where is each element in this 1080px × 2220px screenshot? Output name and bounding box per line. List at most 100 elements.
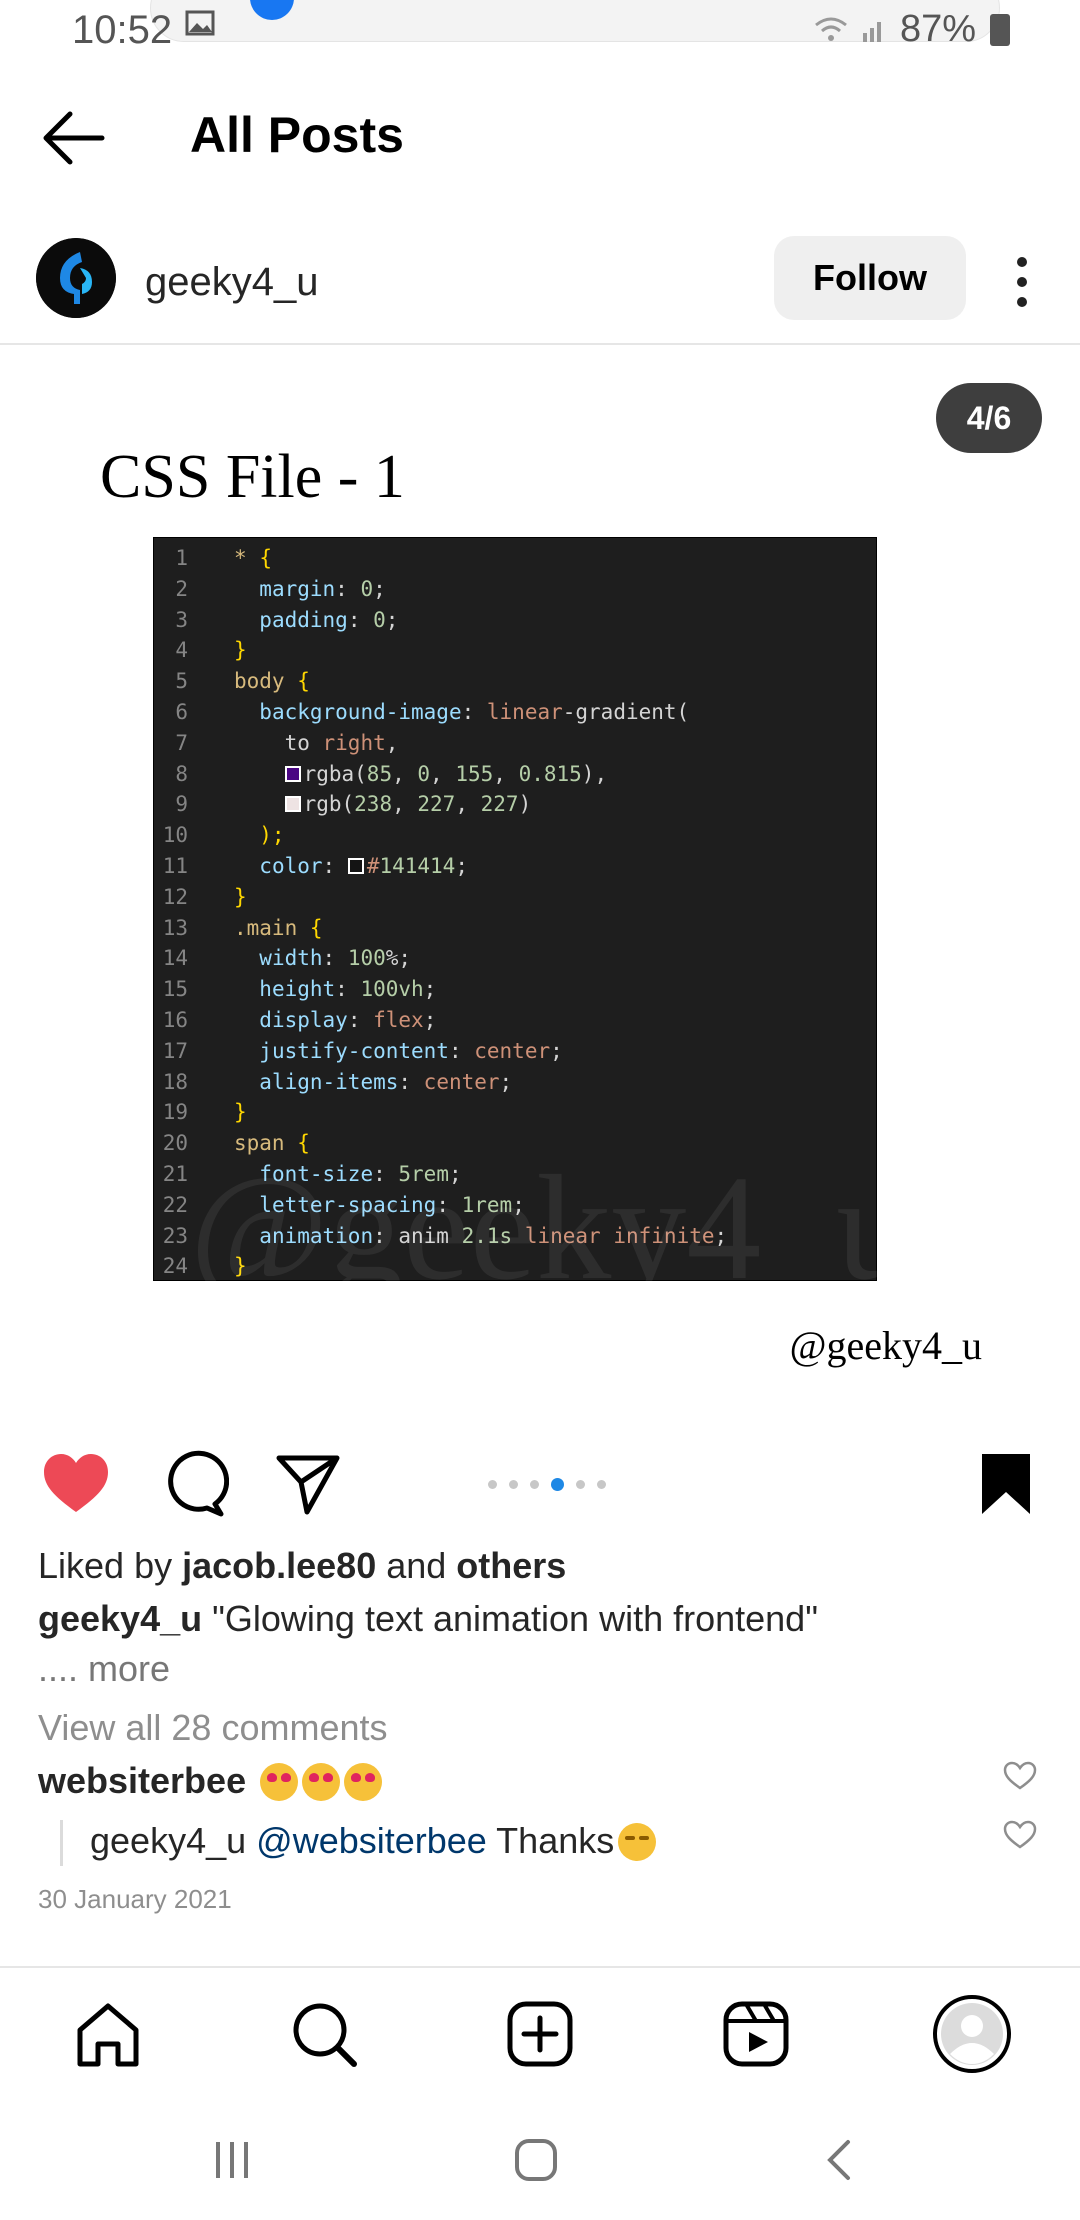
line-number: 17 (162, 1038, 188, 1063)
code-text: background-image: linear-gradient( (259, 699, 690, 724)
post-date: 30 January 2021 (38, 1884, 232, 1914)
smile-emoji (618, 1823, 657, 1861)
caption-more[interactable]: .... more (38, 1648, 170, 1690)
code-line: 8 rgba(85, 0, 155, 0.815), (154, 759, 876, 790)
likes-and: and (376, 1545, 457, 1586)
code-line: 11 color: #141414; (154, 851, 876, 882)
code-text: } (234, 1100, 247, 1125)
heart-eyes-emoji (344, 1763, 383, 1801)
heart-eyes-emoji (302, 1763, 341, 1801)
bottom-nav (0, 1966, 1080, 2096)
line-number: 15 (162, 977, 188, 1002)
code-line: 12} (154, 882, 876, 913)
home-button-icon[interactable] (512, 2136, 560, 2184)
comment-like-button[interactable] (1003, 1761, 1037, 1791)
line-number: 10 (162, 823, 188, 848)
back-button[interactable] (40, 108, 110, 168)
reply-mention[interactable]: @websiterbee (256, 1820, 487, 1861)
code-line: 7 to right, (154, 728, 876, 759)
reels-icon (723, 2001, 789, 2067)
top-bar: All Posts (0, 88, 1080, 188)
heart-outline-icon (1003, 1820, 1037, 1849)
image-credit: @geeky4_u (789, 1323, 982, 1368)
code-line: 18 align-items: center; (154, 1067, 876, 1098)
recent-apps-icon[interactable] (210, 2138, 254, 2182)
code-text: } (234, 884, 247, 909)
code-line: 5 body { (154, 666, 876, 697)
code-text: width: 100%; (259, 946, 412, 971)
system-back-icon[interactable] (822, 2138, 854, 2182)
nav-home[interactable] (68, 1994, 148, 2074)
home-icon (77, 2003, 139, 2067)
comment-icon (168, 1450, 230, 1517)
heart-icon (44, 1454, 108, 1512)
code-text: color: #141414; (259, 853, 468, 878)
post-header: geeky4_u Follow (0, 230, 1080, 345)
carousel-dot-active (551, 1478, 564, 1491)
watermark: @geeky4_u (190, 1145, 912, 1311)
nav-search[interactable] (284, 1994, 364, 2074)
system-nav (0, 2120, 1080, 2220)
post-actions (0, 1450, 1080, 1520)
heart-eyes-emoji (260, 1763, 299, 1801)
code-text: .main { (234, 915, 323, 940)
add-post-icon (507, 2001, 573, 2067)
code-line: 1 * { (154, 543, 876, 574)
like-button[interactable] (40, 1450, 112, 1520)
code-text: rgba(85, 0, 155, 0.815), (188, 759, 607, 790)
user-logo-icon (36, 238, 116, 318)
line-number: 20 (162, 1131, 188, 1156)
line-number: 21 (162, 1161, 188, 1186)
caption-username[interactable]: geeky4_u (38, 1598, 202, 1639)
page-title: All Posts (190, 107, 404, 163)
more-options-button[interactable] (1000, 252, 1044, 312)
line-number: 9 (175, 792, 188, 817)
code-line: 15 height: 100vh; (154, 974, 876, 1005)
more-vert-icon (1017, 257, 1027, 307)
save-button[interactable] (970, 1450, 1042, 1520)
line-number: 7 (175, 730, 188, 755)
reply-username[interactable]: geeky4_u (90, 1820, 246, 1861)
code-line: 10 ); (154, 820, 876, 851)
caption-text: "Glowing text animation with frontend" (202, 1598, 818, 1639)
code-text: display: flex; (259, 1007, 437, 1032)
reply-like-button[interactable] (1003, 1820, 1037, 1850)
view-comments-link[interactable]: View all 28 comments (38, 1707, 388, 1749)
carousel-dot (597, 1480, 606, 1489)
line-number: 16 (162, 1007, 188, 1032)
code-text: padding: 0; (259, 607, 399, 632)
search-icon (293, 2003, 357, 2067)
carousel-dot (488, 1480, 497, 1489)
code-text: * { (234, 546, 272, 570)
code-line: 16 display: flex; (154, 1005, 876, 1036)
follow-button[interactable]: Follow (774, 236, 966, 320)
nav-create[interactable] (500, 1994, 580, 2074)
reply-text: Thanks (486, 1820, 615, 1861)
code-line: 2 margin: 0; (154, 574, 876, 605)
status-bar: 10:52 87% (0, 0, 1080, 56)
line-number: 18 (162, 1069, 188, 1094)
liked-by-others[interactable]: others (456, 1545, 566, 1586)
status-time: 10:52 (72, 8, 173, 52)
code-text: align-items: center; (259, 1069, 513, 1094)
likes-text: Liked by jacob.lee80 and others (38, 1545, 566, 1587)
comment-username[interactable]: websiterbee (38, 1760, 246, 1801)
post-image[interactable]: 4/6 CSS File - 1 1 * {2 margin: 0; 3 paddi… (0, 347, 1080, 1437)
share-button[interactable] (273, 1450, 345, 1520)
line-number: 5 (175, 669, 188, 694)
liked-by-user[interactable]: jacob.lee80 (182, 1545, 376, 1586)
nav-reels[interactable] (716, 1994, 796, 2074)
comment-button[interactable] (157, 1450, 230, 1520)
signal-icon (862, 21, 881, 42)
reply-item: geeky4_u @websiterbee Thanks (90, 1820, 657, 1862)
gallery-icon (185, 10, 215, 36)
code-text: height: 100vh; (259, 977, 437, 1002)
avatar[interactable] (36, 238, 116, 318)
post-username[interactable]: geeky4_u (145, 260, 318, 305)
line-number: 13 (162, 915, 188, 940)
code-text: ); (234, 823, 285, 848)
nav-profile[interactable] (932, 1994, 1012, 2074)
line-number: 1 (175, 546, 188, 570)
line-number: 2 (175, 576, 188, 601)
code-text: rgb(238, 227, 227) (188, 789, 531, 820)
